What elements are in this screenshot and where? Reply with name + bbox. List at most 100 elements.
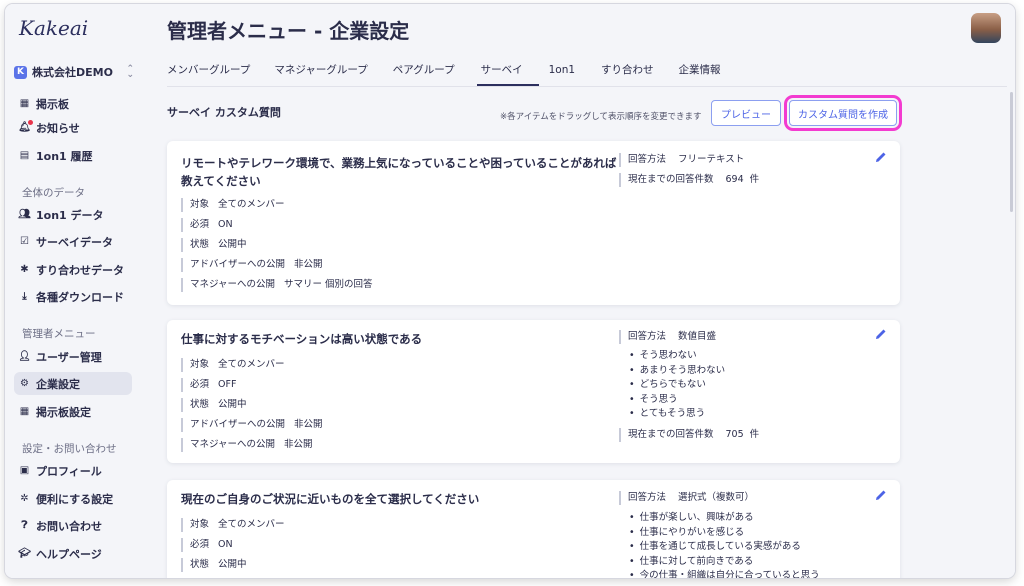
- meta-key: 現在までの回答件数: [628, 429, 714, 440]
- question-card[interactable]: 仕事に対するモチベーションは高い状態である 対象 全てのメンバー 必須 OFF 状態…: [167, 320, 900, 463]
- list-item: あまりそう思わない: [629, 364, 726, 379]
- attr-target: 対象 全てのメンバー: [181, 358, 285, 372]
- attr-value: 公開中: [218, 399, 247, 410]
- attr-key: 状態: [190, 559, 210, 570]
- attr-value: 公開中: [218, 559, 247, 570]
- tab-survey[interactable]: サーベイ: [476, 60, 549, 86]
- tab-member-group[interactable]: メンバーグループ: [167, 60, 274, 86]
- bell-icon: 🔔︎: [18, 120, 33, 133]
- sidebar-item-downloads[interactable]: ⤓ 各種ダウンロード: [14, 285, 132, 308]
- pencil-icon[interactable]: [874, 488, 888, 502]
- sidebar-item-board[interactable]: ▦ 掲示板: [14, 92, 132, 115]
- attr-key: マネジャーへの公開: [190, 439, 276, 450]
- meta-unit: 件: [749, 429, 760, 440]
- sidebar-item-label: 掲示板設定: [36, 405, 91, 419]
- sidebar-item-survey-data[interactable]: ☑ サーベイデータ: [14, 230, 132, 253]
- attr-key: 状態: [190, 399, 210, 410]
- sidebar-item-board-settings[interactable]: ▦ 掲示板設定: [14, 400, 132, 423]
- list-item: とてもそう思う: [629, 407, 725, 422]
- attr-value: 非公開: [284, 439, 313, 450]
- tab-1on1[interactable]: 1on1: [549, 60, 601, 86]
- meta-key: 回答方法: [628, 331, 667, 342]
- tab-pair-group[interactable]: ペアグループ: [393, 60, 481, 86]
- sidebar-item-company-settings[interactable]: ⚙ 企業設定: [14, 372, 132, 395]
- attr-advisor-visibility: アドバイザーへの公開 非公開: [181, 418, 323, 432]
- attr-key: 状態: [190, 239, 210, 250]
- attr-key: 対象: [190, 519, 210, 530]
- sidebar-item-notifications[interactable]: 🔔︎ お知らせ: [14, 116, 132, 139]
- tab-manager-group[interactable]: マネジャーグループ: [274, 60, 392, 86]
- attr-value: 公開中: [218, 239, 247, 250]
- meta-key: 回答方法: [628, 492, 667, 503]
- tab-alignment[interactable]: すり合わせ: [601, 60, 679, 86]
- pencil-icon[interactable]: [874, 150, 888, 164]
- sidebar-item-user-management[interactable]: 👤︎ ユーザー管理: [14, 345, 132, 368]
- attr-key: 対象: [190, 359, 210, 370]
- board-settings-icon: ▦: [19, 406, 30, 417]
- sidebar-section-settings: 設定・お問い合わせ: [22, 443, 117, 455]
- app-logo[interactable]: Kakeai: [19, 16, 88, 40]
- sidebar-item-help[interactable]: 🎓︎ ヘルプページ: [14, 542, 132, 565]
- sidebar: Kakeai K 株式会社DEMO ⌃ ⌄ ▦ 掲示板 🔔︎ お知らせ ▤ 1on…: [5, 4, 151, 578]
- meta-value: 数値目盛: [678, 331, 717, 342]
- section-title: サーベイ カスタム質問: [167, 106, 281, 119]
- attr-status: 状態 公開中: [181, 238, 247, 252]
- avatar[interactable]: [971, 13, 1001, 43]
- attr-key: 必須: [190, 219, 210, 230]
- attr-target: 対象 全てのメンバー: [181, 518, 285, 532]
- notification-dot: [28, 120, 33, 125]
- sidebar-item-1on1-history[interactable]: ▤ 1on1 履歴: [14, 144, 132, 167]
- sidebar-item-label: 各種ダウンロード: [36, 290, 124, 304]
- main-content: 管理者メニュー - 企業設定 メンバーグループ マネジャーグループ ペアグループ…: [151, 4, 1015, 578]
- sidebar-item-1on1-data[interactable]: 👥︎ 1on1 データ: [14, 203, 132, 226]
- attr-key: 必須: [190, 539, 210, 550]
- sidebar-item-label: 便利にする設定: [36, 492, 114, 506]
- attr-manager-visibility: マネジャーへの公開 サマリー 個別の回答: [181, 278, 373, 292]
- attr-target: 対象 全てのメンバー: [181, 198, 285, 212]
- list-item: 仕事にやりがいを感じる: [629, 526, 820, 541]
- sidebar-item-label: 企業設定: [36, 377, 80, 391]
- meta-key: 現在までの回答件数: [628, 174, 714, 185]
- sidebar-section-admin: 管理者メニュー: [22, 328, 96, 340]
- tab-company-info[interactable]: 企業情報: [679, 60, 735, 86]
- attr-key: マネジャーへの公開: [190, 279, 276, 290]
- attr-key: 対象: [190, 199, 210, 210]
- sidebar-item-alignment-data[interactable]: ✱ すり合わせデータ: [14, 258, 132, 281]
- meta-unit: 件: [749, 174, 760, 185]
- tab-divider: [167, 86, 1007, 87]
- sidebar-item-profile[interactable]: ▣ プロフィール: [14, 459, 132, 482]
- company-selector[interactable]: K 株式会社DEMO ⌃ ⌄: [14, 62, 134, 82]
- sidebar-item-label: お問い合わせ: [36, 519, 102, 533]
- answer-count: 現在までの回答件数 705 件: [619, 428, 759, 442]
- attr-required: 必須 OFF: [181, 378, 236, 392]
- history-icon: ▤: [19, 150, 30, 161]
- sidebar-item-label: ヘルプページ: [36, 547, 102, 561]
- sidebar-item-label: ユーザー管理: [36, 350, 102, 364]
- list-item: そう思わない: [629, 349, 725, 364]
- survey-icon: ☑: [20, 236, 29, 247]
- profile-icon: ▣: [19, 465, 30, 476]
- attr-status: 状態 公開中: [181, 398, 247, 412]
- attr-required: 必須 ON: [181, 538, 233, 552]
- attr-key: アドバイザーへの公開: [190, 419, 286, 430]
- page-title: 管理者メニュー - 企業設定: [167, 19, 410, 43]
- preview-button[interactable]: プレビュー: [711, 100, 781, 126]
- sidebar-item-preferences[interactable]: ✲ 便利にする設定: [14, 487, 132, 510]
- pencil-icon[interactable]: [874, 327, 888, 341]
- meta-value: 694: [725, 174, 744, 185]
- answer-options: 仕事が楽しい、興味がある 仕事にやりがいを感じる 仕事を通じて成長している実感が…: [629, 511, 820, 578]
- company-badge: K: [14, 65, 27, 79]
- question-card[interactable]: 現在のご自身のご状況に近いものを全て選択してください 対象 全てのメンバー 必須 O…: [167, 480, 900, 578]
- attr-value: 非公開: [294, 259, 323, 270]
- scrollbar[interactable]: [1010, 92, 1013, 212]
- sidebar-item-label: すり合わせデータ: [36, 263, 124, 277]
- question-card[interactable]: リモートやテレワーク環境で、業務上気になっていることや困っていることがあれば教え…: [167, 141, 900, 305]
- list-item: そう思う: [629, 393, 725, 408]
- create-custom-question-button[interactable]: カスタム質問を作成: [784, 95, 902, 131]
- meta-value: フリーテキスト: [678, 154, 745, 165]
- sidebar-item-label: 掲示板: [36, 97, 69, 111]
- sidebar-item-contact[interactable]: ❓︎ お問い合わせ: [14, 514, 132, 537]
- question-title: リモートやテレワーク環境で、業務上気になっていることや困っていることがあれば教え…: [181, 156, 617, 188]
- app-window: Kakeai K 株式会社DEMO ⌃ ⌄ ▦ 掲示板 🔔︎ お知らせ ▤ 1on…: [5, 4, 1015, 578]
- company-settings-icon: ⚙: [20, 378, 29, 389]
